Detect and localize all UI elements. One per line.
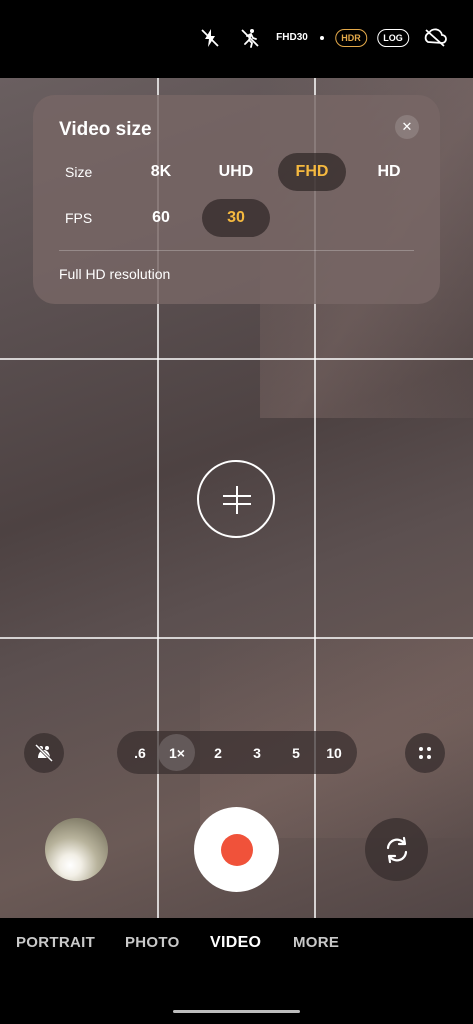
fps-option-60[interactable]: 60 xyxy=(135,199,187,237)
grid-line-horizontal xyxy=(0,637,473,639)
flash-off-icon[interactable] xyxy=(199,27,221,49)
mode-portrait[interactable]: PORTRAIT xyxy=(16,934,95,951)
focus-ring[interactable] xyxy=(197,460,275,538)
auto-framing-off-icon[interactable] xyxy=(423,27,447,49)
close-icon: ✕ xyxy=(401,119,413,134)
record-icon xyxy=(220,833,253,866)
scene-optimizer-button[interactable] xyxy=(24,733,64,773)
panel-divider xyxy=(59,250,414,251)
fps-row-label: FPS xyxy=(65,210,93,226)
focus-crosshair-icon xyxy=(223,486,251,514)
zoom-option-selected[interactable]: 1× xyxy=(159,731,195,774)
panel-title: Video size xyxy=(59,119,152,140)
gallery-thumbnail[interactable] xyxy=(45,818,108,881)
size-row-label: Size xyxy=(65,164,93,180)
motion-off-icon[interactable] xyxy=(239,27,261,49)
resolution-label: FHD xyxy=(276,32,297,43)
zoom-option[interactable]: 2 xyxy=(205,731,231,774)
size-option-hd[interactable]: HD xyxy=(363,153,415,191)
zoom-option[interactable]: .6 xyxy=(127,731,153,774)
hdr-toggle[interactable]: HDR xyxy=(335,29,367,47)
fps-option-30[interactable]: 30 xyxy=(202,199,270,237)
mode-photo[interactable]: PHOTO xyxy=(125,934,180,951)
scene-optimizer-off-icon xyxy=(34,743,54,763)
camera-mode-bar: PORTRAIT PHOTO VIDEO MORE xyxy=(0,918,473,1024)
size-option-8k[interactable]: 8K xyxy=(135,153,187,191)
fps-label: 30 xyxy=(296,32,308,43)
zoom-option[interactable]: 3 xyxy=(244,731,270,774)
resolution-fps-badge[interactable]: FHD 30 xyxy=(276,33,308,43)
zoom-option[interactable]: 5 xyxy=(283,731,309,774)
four-dots-icon xyxy=(419,747,431,759)
switch-camera-icon xyxy=(386,836,407,863)
video-size-panel: Video size ✕ Size 8K UHD FHD HD FPS 60 3… xyxy=(33,95,440,304)
log-toggle[interactable]: LOG xyxy=(377,29,409,47)
close-button[interactable]: ✕ xyxy=(395,115,419,139)
switch-camera-button[interactable] xyxy=(365,818,428,881)
more-options-button[interactable] xyxy=(405,733,445,773)
mode-more[interactable]: MORE xyxy=(293,934,339,951)
top-settings-bar: FHD 30 HDR LOG xyxy=(0,0,473,78)
grid-line-horizontal xyxy=(0,358,473,360)
size-option-uhd[interactable]: UHD xyxy=(207,153,265,191)
size-option-fhd[interactable]: FHD xyxy=(278,153,346,191)
resolution-description: Full HD resolution xyxy=(59,266,171,282)
mode-video[interactable]: VIDEO xyxy=(210,934,261,952)
separator-dot xyxy=(320,36,324,40)
record-button[interactable] xyxy=(194,807,279,892)
home-indicator[interactable] xyxy=(173,1010,300,1013)
zoom-selector: .6 1× 2 3 5 10 xyxy=(117,731,357,774)
zoom-option[interactable]: 10 xyxy=(319,731,349,774)
